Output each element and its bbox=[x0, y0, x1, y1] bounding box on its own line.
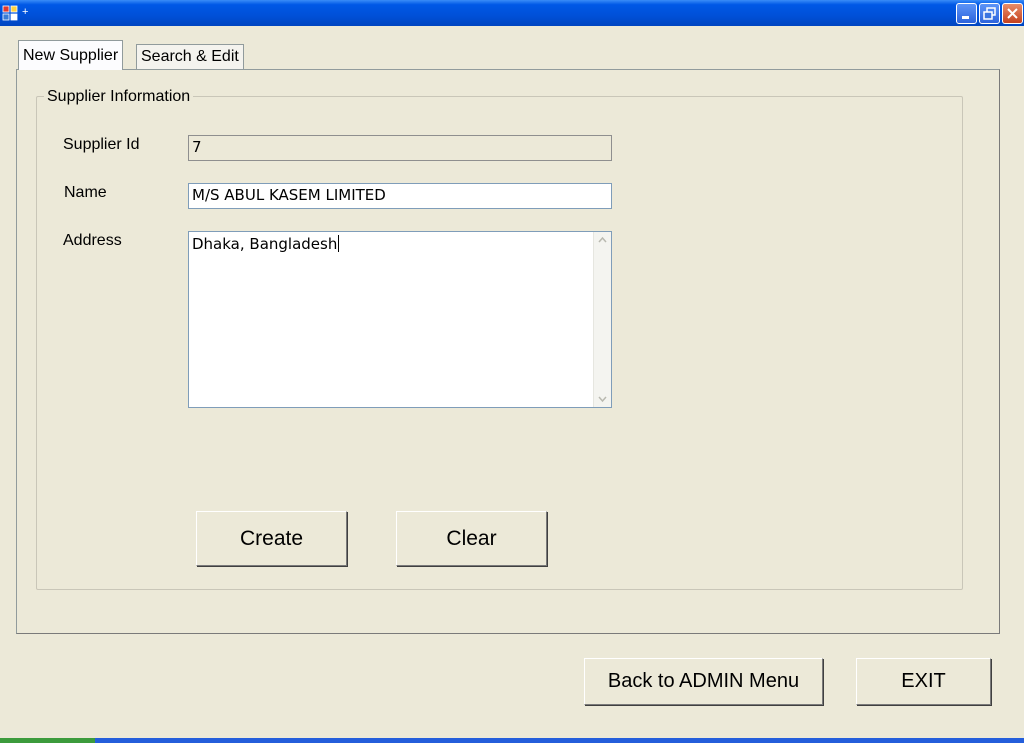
text-caret bbox=[338, 235, 340, 252]
address-field[interactable]: Dhaka, Bangladesh bbox=[188, 231, 612, 408]
close-button[interactable] bbox=[1002, 3, 1023, 24]
window-title: + bbox=[22, 6, 29, 18]
group-title: Supplier Information bbox=[44, 88, 194, 106]
restore-button[interactable] bbox=[979, 3, 1000, 24]
supplier-id-label: Supplier Id bbox=[63, 136, 140, 153]
title-bar[interactable]: + bbox=[0, 0, 1024, 26]
name-label: Name bbox=[64, 184, 107, 201]
address-text: Dhaka, Bangladesh bbox=[192, 235, 340, 253]
clear-button[interactable]: Clear bbox=[396, 511, 547, 566]
minimize-button[interactable] bbox=[956, 3, 977, 24]
minimize-icon bbox=[962, 16, 969, 19]
app-icon bbox=[2, 5, 18, 21]
tab-new-supplier[interactable]: New Supplier bbox=[18, 40, 124, 70]
address-label: Address bbox=[63, 232, 122, 249]
name-field[interactable]: M/S ABUL KASEM LIMITED bbox=[188, 183, 612, 209]
back-to-admin-menu-button[interactable]: Back to ADMIN Menu bbox=[584, 658, 823, 705]
restore-icon bbox=[983, 7, 996, 20]
supplier-id-field[interactable]: 7 bbox=[188, 135, 612, 161]
address-scrollbar[interactable] bbox=[593, 232, 611, 407]
tab-search-edit[interactable]: Search & Edit bbox=[136, 44, 244, 69]
scroll-up-arrow-icon[interactable] bbox=[594, 232, 611, 249]
create-button[interactable]: Create bbox=[196, 511, 347, 566]
close-icon bbox=[1007, 8, 1018, 19]
scroll-down-arrow-icon[interactable] bbox=[594, 390, 611, 407]
taskbar-strip bbox=[0, 738, 1024, 743]
exit-button[interactable]: EXIT bbox=[856, 658, 991, 705]
